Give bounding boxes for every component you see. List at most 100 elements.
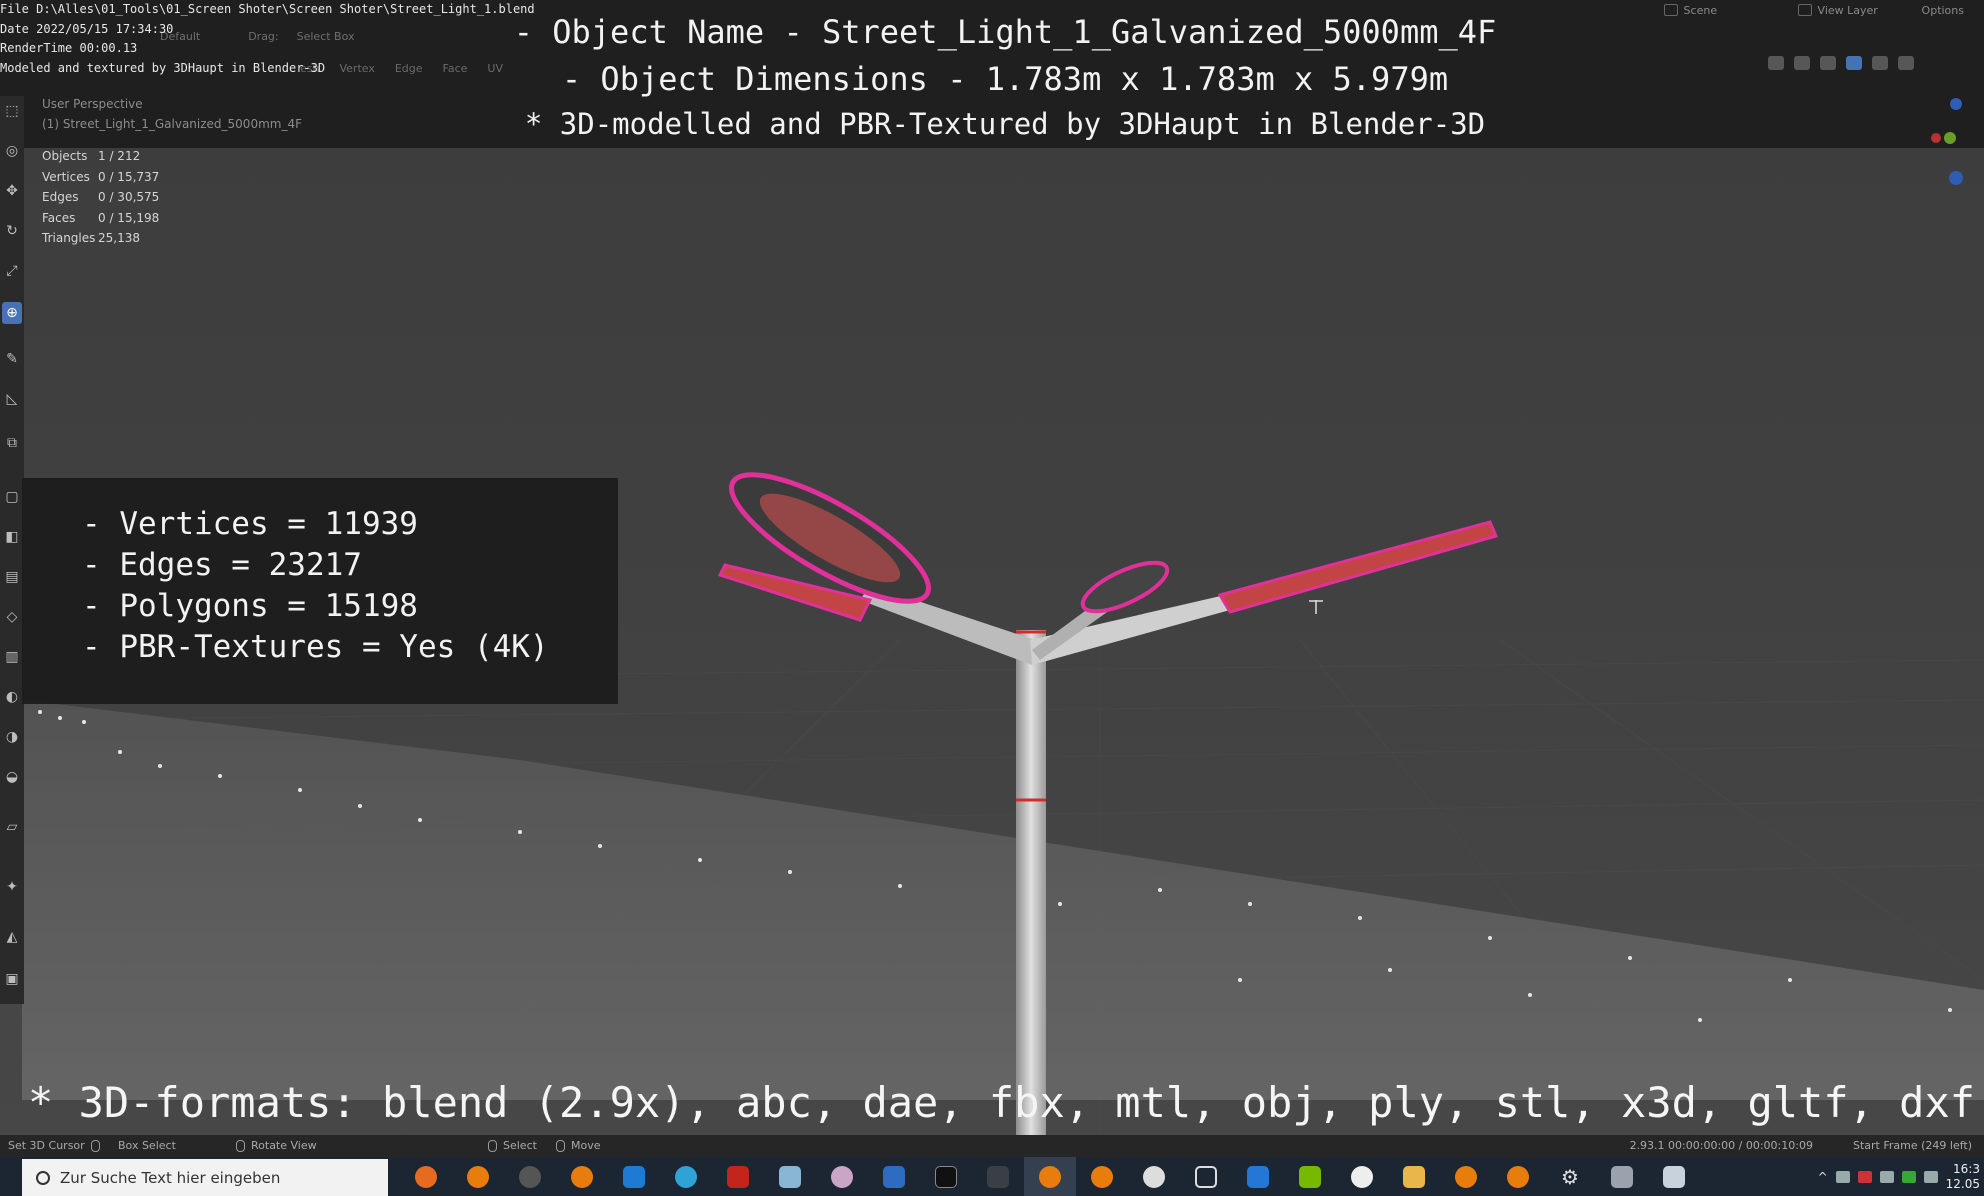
stat-key: Vertices — [42, 169, 90, 184]
app-grey-icon[interactable] — [1596, 1157, 1648, 1196]
app-brain-icon[interactable] — [816, 1157, 868, 1196]
scene-selector[interactable]: Scene — [1663, 3, 1784, 17]
viewport-label: User Perspective (1) Street_Light_1_Galv… — [42, 94, 302, 134]
tray-green-icon[interactable] — [1901, 1170, 1916, 1183]
3d-viewer-icon[interactable] — [1180, 1157, 1232, 1196]
status-bar: Set 3D Cursor Box Select Rotate View Sel… — [0, 1135, 1984, 1157]
polybuild-tool-icon[interactable]: ▥ — [2, 646, 22, 668]
blender-icon[interactable] — [1076, 1157, 1128, 1196]
hint-move: Move — [556, 1139, 601, 1152]
terminal-icon[interactable] — [920, 1157, 972, 1196]
annotate-tool-icon[interactable]: ✎ — [2, 348, 22, 370]
firefox-icon[interactable] — [400, 1157, 452, 1196]
stat-row: Objects 1 / 212 — [42, 146, 159, 167]
app-dark-icon[interactable] — [972, 1157, 1024, 1196]
solid-shading-icon[interactable] — [1846, 56, 1862, 70]
blender-icon[interactable] — [452, 1157, 504, 1196]
stat-value: 25,138 — [98, 231, 140, 245]
view-layer-icon — [1797, 4, 1812, 16]
edge-icon[interactable] — [660, 1157, 712, 1196]
spin-tool-icon[interactable]: ◐ — [2, 686, 22, 708]
settings-gear-icon[interactable]: ⚙ — [1544, 1157, 1596, 1196]
blender-icon[interactable] — [1492, 1157, 1544, 1196]
clock-time: 16:3 — [1953, 1161, 1980, 1176]
stat-value: 0 / 15,198 — [98, 210, 160, 225]
scene-label: Scene — [1683, 3, 1718, 17]
active-object-label: (1) Street_Light_1_Galvanized_5000mm_4F — [42, 117, 302, 131]
x-axis-icon — [1931, 133, 1941, 143]
hint-select: Select — [488, 1139, 537, 1152]
stat-key: Edges — [42, 190, 79, 204]
xray-icon[interactable] — [1794, 56, 1810, 70]
textures-info: - PBR-Textures = Yes (4K) — [82, 629, 549, 665]
taskbar-search[interactable]: Zur Suche Text hier eingeben — [22, 1159, 388, 1196]
knife-tool-icon[interactable]: ◇ — [2, 606, 22, 628]
loopcut-tool-icon[interactable]: ▤ — [2, 566, 22, 588]
select-tool-icon[interactable]: ⬚ — [2, 100, 22, 122]
rendered-shading-icon[interactable] — [1898, 56, 1914, 70]
stat-value: 0 / 30,575 — [98, 190, 160, 204]
inset-tool-icon[interactable]: ▢ — [2, 486, 22, 508]
battery-icon[interactable] — [1879, 1170, 1894, 1183]
move-tool-icon[interactable]: ✥ — [2, 180, 22, 202]
blender-icon[interactable] — [556, 1157, 608, 1196]
camera-icon — [1949, 171, 1963, 185]
material-shading-icon[interactable] — [1872, 56, 1888, 70]
chevron-up-icon[interactable]: ^ — [1818, 1170, 1828, 1184]
nvidia-icon[interactable] — [1284, 1157, 1336, 1196]
measure-tool-icon[interactable]: ◺ — [2, 388, 22, 410]
modeled-line: Modeled and textured by 3DHaupt in Blend… — [0, 60, 326, 75]
render-info: File D:\Alles\01_Tools\01_Screen Shoter\… — [0, 0, 535, 78]
shear-tool-icon[interactable]: ▱ — [2, 816, 22, 838]
shrink-tool-icon[interactable]: ◒ — [2, 766, 22, 788]
smooth-tool-icon[interactable]: ◑ — [2, 726, 22, 748]
folder-icon[interactable] — [1388, 1157, 1440, 1196]
scene-statistics: Objects 1 / 212 Vertices 0 / 15,737 Edges 0… — [42, 146, 159, 249]
rip-tool-icon[interactable]: ✦ — [2, 876, 22, 898]
transform-tool-icon[interactable]: ⊕ — [2, 302, 22, 324]
mouse-icon — [488, 1139, 497, 1152]
navigation-gizmo[interactable] — [1930, 94, 1970, 194]
blender-active-icon[interactable] — [1024, 1157, 1076, 1196]
extrude-tool-icon[interactable]: ⧉ — [2, 432, 22, 454]
wireframe-shading-icon[interactable] — [1820, 56, 1836, 70]
app-circle-icon[interactable] — [1336, 1157, 1388, 1196]
options-menu[interactable]: Options — [1922, 4, 1964, 17]
scale-tool-icon[interactable]: ⤢ — [2, 260, 22, 282]
cube-tool-icon[interactable]: ▣ — [2, 968, 22, 990]
app-blue-icon[interactable] — [868, 1157, 920, 1196]
cursor-tool-icon[interactable]: ◎ — [2, 140, 22, 162]
system-tray: ^ 16:3 12.05 — [1818, 1157, 1984, 1196]
stat-key: Objects — [42, 149, 88, 163]
davinci-icon[interactable] — [504, 1157, 556, 1196]
scene-icon — [1663, 4, 1678, 16]
tray-app-icon[interactable] — [1857, 1170, 1872, 1183]
blender-icon[interactable] — [1440, 1157, 1492, 1196]
start-button[interactable] — [0, 1157, 22, 1196]
file-path: File D:\Alles\01_Tools\01_Screen Shoter\… — [0, 2, 535, 16]
taskbar-apps: ⚙ — [400, 1157, 1700, 1196]
stat-key: Triangles — [42, 231, 96, 245]
overlay-icon[interactable] — [1768, 56, 1784, 70]
clock[interactable]: 16:3 12.05 — [1946, 1162, 1980, 1192]
top-right-bar: Scene View Layer Options — [1663, 0, 1984, 20]
bevel-tool-icon[interactable]: ◧ — [2, 526, 22, 548]
viewport-shading-tools — [1768, 56, 1914, 70]
calendar-icon[interactable] — [1232, 1157, 1284, 1196]
view-layer-selector[interactable]: View Layer — [1797, 4, 1908, 17]
network-icon[interactable] — [1835, 1170, 1850, 1183]
hint-label: Box Select — [118, 1139, 176, 1152]
polycount-overlay: - Vertices = 11939 - Edges = 23217 - Pol… — [22, 478, 618, 704]
transform-extra-tool-icon[interactable]: ◭ — [2, 926, 22, 948]
rotate-tool-icon[interactable]: ↻ — [2, 220, 22, 242]
stat-value: 1 / 212 — [98, 149, 141, 163]
object-dimensions: - Object Dimensions - 1.783m x 1.783m x … — [561, 60, 1449, 98]
notepad-icon[interactable] — [764, 1157, 816, 1196]
app-window-icon[interactable] — [1648, 1157, 1700, 1196]
volume-icon[interactable] — [1923, 1170, 1938, 1183]
panda-icon[interactable] — [1128, 1157, 1180, 1196]
clock-date: 12.05 — [1945, 1176, 1980, 1191]
app-red-icon[interactable] — [712, 1157, 764, 1196]
stat-row: Triangles 25,138 — [42, 228, 159, 249]
mail-icon[interactable] — [608, 1157, 660, 1196]
